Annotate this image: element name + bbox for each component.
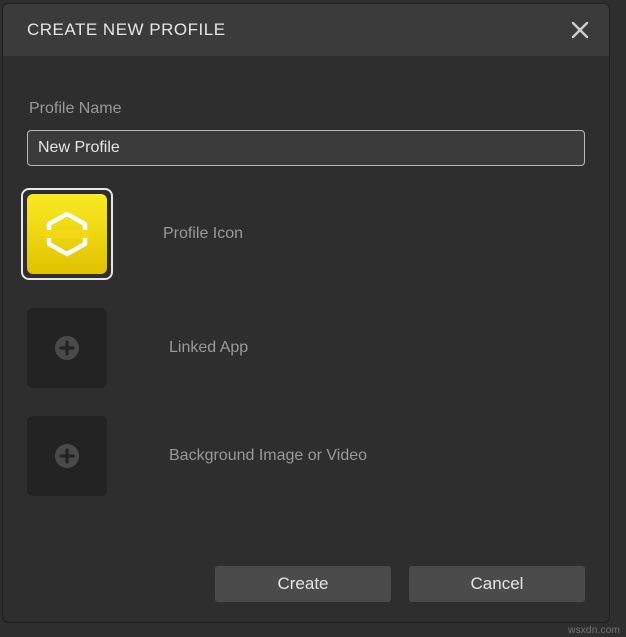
linked-app-label: Linked App <box>169 339 248 357</box>
plus-circle-icon <box>52 441 82 471</box>
hexagon-outline-icon <box>41 208 93 260</box>
profile-icon-tile[interactable] <box>21 188 113 280</box>
background-tile[interactable] <box>27 416 107 496</box>
dialog-body: Profile Name Profile Icon <box>3 56 609 622</box>
profile-icon-label: Profile Icon <box>163 225 243 243</box>
dialog-footer: Create Cancel <box>27 546 585 602</box>
create-profile-dialog: CREATE NEW PROFILE Profile Name Prof <box>2 3 610 623</box>
dialog-titlebar: CREATE NEW PROFILE <box>3 4 609 56</box>
background-row: Background Image or Video <box>27 416 585 496</box>
profile-icon-row: Profile Icon <box>27 188 585 280</box>
create-button[interactable]: Create <box>215 566 391 602</box>
linked-app-row: Linked App <box>27 308 585 388</box>
profile-name-label: Profile Name <box>29 100 585 118</box>
plus-circle-icon <box>52 333 82 363</box>
linked-app-tile[interactable] <box>27 308 107 388</box>
background-label: Background Image or Video <box>169 447 367 465</box>
cancel-button[interactable]: Cancel <box>409 566 585 602</box>
watermark-text: wsxdn.com <box>568 625 620 636</box>
close-button[interactable] <box>571 21 589 39</box>
profile-icon-preview <box>27 194 107 274</box>
profile-name-input[interactable] <box>27 130 585 166</box>
close-icon <box>571 21 589 39</box>
dialog-title: CREATE NEW PROFILE <box>27 20 226 40</box>
